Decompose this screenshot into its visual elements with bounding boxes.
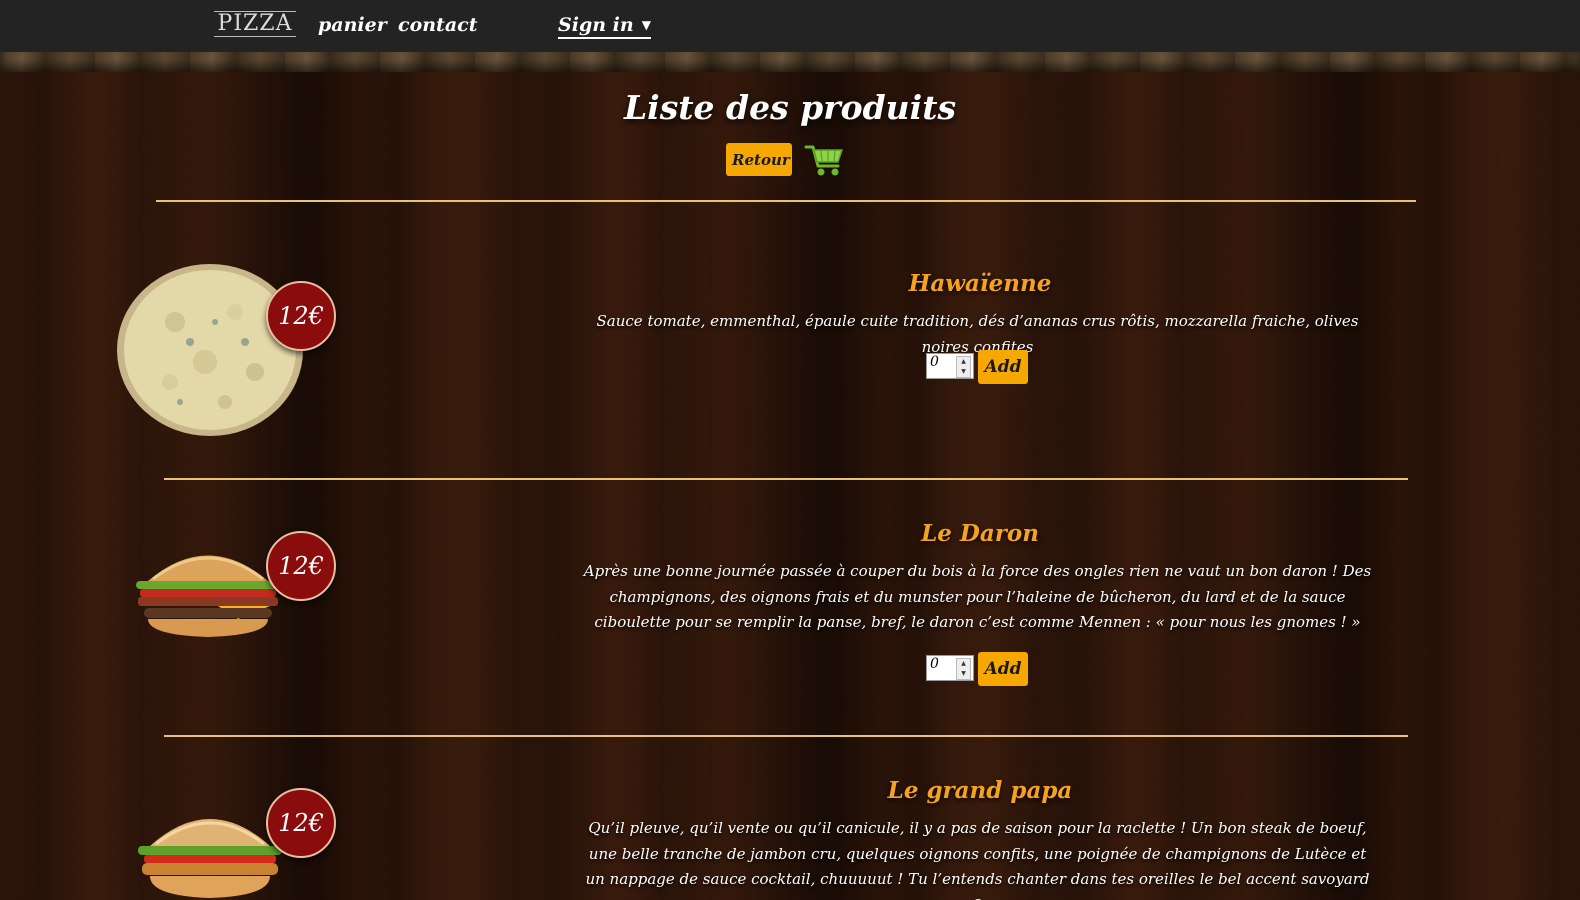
price-badge: 12€ bbox=[266, 788, 336, 858]
product-name: Le grand papa bbox=[887, 777, 1073, 804]
price-badge: 12€ bbox=[266, 281, 336, 351]
product-description: Qu’il pleuve, qu’il vente ou qu’il canic… bbox=[585, 819, 1370, 900]
divider bbox=[164, 735, 1408, 737]
product-name: Hawaïenne bbox=[908, 270, 1052, 297]
pizza-image bbox=[117, 264, 303, 436]
burger-image bbox=[138, 819, 282, 898]
product-description: Après une bonne journée passée à couper … bbox=[583, 562, 1372, 631]
quantity-value: 0 bbox=[930, 354, 939, 370]
quantity-value: 0 bbox=[930, 656, 939, 672]
signin-dropdown[interactable]: Sign in ▼ bbox=[558, 14, 651, 39]
page-title: Liste des produits bbox=[623, 88, 957, 127]
caret-down-icon: ▼ bbox=[641, 18, 651, 32]
price-badge: 12€ bbox=[266, 531, 336, 601]
add-button[interactable]: Add bbox=[978, 652, 1028, 686]
add-button[interactable]: Add bbox=[978, 350, 1028, 384]
burger-image bbox=[136, 555, 280, 637]
back-button[interactable]: Retour bbox=[726, 143, 792, 176]
nav-link-contact[interactable]: contact bbox=[398, 14, 478, 36]
wood-header-strip bbox=[0, 52, 1580, 72]
nav-link-panier[interactable]: panier bbox=[318, 14, 387, 36]
signin-label: Sign in bbox=[558, 14, 634, 36]
quantity-stepper[interactable]: ▲ ▼ bbox=[956, 658, 971, 680]
quantity-input[interactable]: 0 ▲ ▼ bbox=[926, 655, 974, 681]
quantity-stepper[interactable]: ▲ ▼ bbox=[956, 356, 971, 378]
divider bbox=[156, 200, 1416, 202]
quantity-input[interactable]: 0 ▲ ▼ bbox=[926, 353, 974, 379]
shopping-cart-icon[interactable] bbox=[804, 142, 846, 178]
product-name: Le Daron bbox=[921, 520, 1039, 547]
pizza-logo[interactable]: PIZZA bbox=[210, 7, 300, 41]
top-navbar: PIZZA panier contact Sign in ▼ bbox=[0, 0, 1580, 52]
divider bbox=[164, 478, 1408, 480]
